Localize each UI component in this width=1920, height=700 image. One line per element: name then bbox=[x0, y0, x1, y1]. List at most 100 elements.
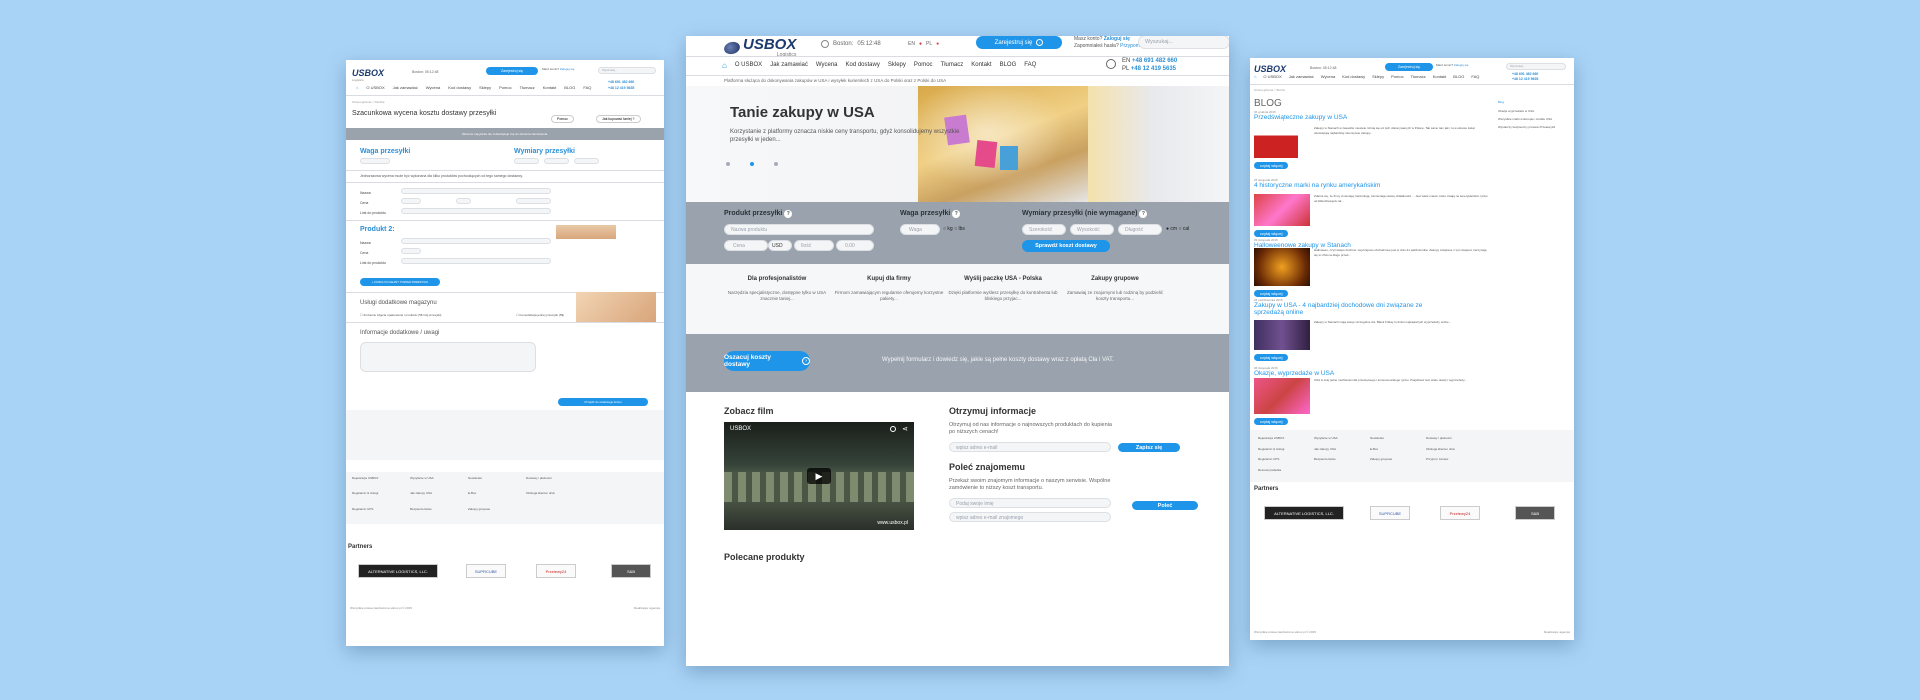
friend-email-input[interactable]: wpisz adres e-mail znajomego bbox=[949, 512, 1111, 522]
partner-logo[interactable]: ALTERNATIVE LOGISTICS, LLC. bbox=[1264, 506, 1344, 520]
service-1-checkbox[interactable]: ☐ Zrobienie zdjęcia opakowania / produkt… bbox=[360, 313, 441, 317]
read-more-button[interactable]: czytaj więcej bbox=[1254, 230, 1289, 237]
share-icon[interactable]: ⋖ bbox=[902, 425, 908, 433]
height-input[interactable]: Wysokość bbox=[1070, 224, 1114, 235]
nav-item[interactable]: Jak zamawiać bbox=[393, 85, 418, 90]
footer-link[interactable]: Regulamin & Usługi bbox=[352, 491, 402, 504]
service-2-checkbox[interactable]: ☐ Konsolidacja jednej przesyłki (5$) bbox=[516, 313, 564, 317]
post-title[interactable]: Okazje, wyprzedaże w USA bbox=[1254, 370, 1490, 377]
nav-item-faq[interactable]: FAQ bbox=[1024, 62, 1036, 68]
quantity-input[interactable]: Ilość bbox=[794, 240, 834, 251]
slider-dots[interactable] bbox=[726, 162, 778, 166]
home-icon[interactable]: ⌂ bbox=[356, 85, 358, 90]
play-button[interactable]: ▶ bbox=[807, 468, 831, 484]
register-button[interactable]: Zarejestruj się bbox=[486, 67, 538, 75]
footer-link[interactable]: E-Box bbox=[1370, 447, 1418, 456]
feature-card[interactable]: Zakupy grupowe Zamawiaj ze znajomymi lub… bbox=[1060, 276, 1170, 302]
language-switch[interactable]: EN ● PL ● bbox=[908, 41, 939, 47]
partner-logo[interactable]: ALTERNATIVE LOGISTICS, LLC. bbox=[358, 564, 438, 578]
help-icon[interactable]: ? bbox=[784, 210, 793, 218]
check-cost-button[interactable]: Sprawdź koszt dostawy bbox=[1022, 240, 1110, 252]
refer-button[interactable]: Poleć bbox=[1132, 501, 1198, 510]
nav-item[interactable]: BLOG bbox=[564, 85, 575, 90]
width-input[interactable]: Szerokość bbox=[1022, 224, 1066, 235]
partner-logo[interactable]: S&B bbox=[611, 564, 651, 578]
read-more-button[interactable]: czytaj więcej bbox=[1254, 418, 1289, 425]
nav-item-blog[interactable]: BLOG bbox=[1000, 62, 1017, 68]
sidebar-link[interactable]: Okazje wyprzedaże w USA bbox=[1498, 109, 1570, 114]
post-title[interactable]: Zakupy w USA - 4 najbardziej dochodowe d… bbox=[1254, 302, 1434, 316]
footer-link[interactable]: Bezpieczeństwo bbox=[1314, 457, 1362, 466]
nav-item[interactable]: Wycena bbox=[1321, 74, 1335, 79]
feature-card[interactable]: Dla profesjonalistów Narzędzia specjalis… bbox=[722, 276, 832, 302]
extra-textarea[interactable] bbox=[360, 342, 536, 372]
search-input[interactable]: Wyszukaj... bbox=[1138, 36, 1229, 49]
nav-item[interactable]: Sklepy bbox=[479, 85, 491, 90]
nav-item[interactable]: BLOG bbox=[1453, 74, 1464, 79]
home-icon[interactable]: ⌂ bbox=[722, 61, 727, 70]
nav-item-how[interactable]: Jak zamawiać bbox=[770, 62, 808, 68]
nav-item-help[interactable]: Pomoc bbox=[914, 62, 933, 68]
nav-item[interactable]: Tłumacz bbox=[520, 85, 535, 90]
footer-link[interactable]: Newsletter bbox=[468, 476, 518, 489]
footer-link[interactable]: Dostawy i płatności bbox=[1426, 436, 1474, 445]
help-icon[interactable]: ? bbox=[952, 210, 961, 218]
add-product-button[interactable]: + DODAJ KOLEJNY TOWAR PRZESYŁKI bbox=[360, 278, 440, 286]
footer-link[interactable]: Zakupy grupowe bbox=[1370, 457, 1418, 466]
footer-link[interactable]: Obsługa klienta i druk bbox=[1426, 447, 1474, 456]
nav-item-code[interactable]: Kod dostawy bbox=[846, 62, 880, 68]
partner-logo[interactable]: Przelewy24 bbox=[536, 564, 576, 578]
nav-item[interactable]: Pomoc bbox=[1391, 74, 1403, 79]
nav-item-shops[interactable]: Sklepy bbox=[888, 62, 906, 68]
footer-link[interactable]: Dostawy i płatności bbox=[526, 476, 576, 489]
footer-link[interactable]: Rejestracja USBOX bbox=[1258, 436, 1306, 445]
nav-item-quote[interactable]: Wycena bbox=[816, 62, 838, 68]
footer-link[interactable]: Rejestracja USBOX bbox=[352, 476, 402, 489]
usbox-logo[interactable]: USBOX bbox=[1254, 64, 1286, 74]
footer-link[interactable]: Regulamin UPS bbox=[1258, 457, 1306, 466]
nav-item[interactable]: O USBOX bbox=[366, 85, 384, 90]
how-to-buy-button[interactable]: Jak kupować taniej ? bbox=[596, 115, 641, 123]
footer-link[interactable]: Newsletter bbox=[1370, 436, 1418, 445]
footer-link[interactable]: E-Box bbox=[468, 491, 518, 504]
footer-link[interactable]: Wysyłanie w USA bbox=[410, 476, 460, 489]
login-prompt[interactable]: Masz konto? Zaloguj się bbox=[1436, 63, 1468, 67]
product-name-input[interactable]: Nazwa produktu bbox=[724, 224, 874, 235]
nav-item[interactable]: Pomoc bbox=[499, 85, 511, 90]
usbox-logo[interactable]: USBOX Logistics bbox=[722, 37, 796, 58]
footer-link[interactable]: Rezerwuj tabelka bbox=[1258, 468, 1306, 477]
read-more-button[interactable]: czytaj więcej bbox=[1254, 162, 1289, 169]
login-prompt[interactable]: Masz konto? Zaloguj się bbox=[542, 67, 582, 71]
length-input[interactable]: Długość bbox=[1118, 224, 1162, 235]
currency-select[interactable]: USD bbox=[768, 240, 792, 251]
nav-item[interactable]: Kod dostawy bbox=[1342, 74, 1365, 79]
register-button[interactable]: Zarejestruj się bbox=[1385, 63, 1433, 71]
footer-link[interactable]: Regulamin UPS bbox=[352, 507, 402, 520]
dims-units[interactable]: ● cm ○ cal bbox=[1166, 226, 1189, 232]
nav-item[interactable]: FAQ bbox=[1471, 74, 1479, 79]
sidebar-link[interactable]: Wystarczy bezpieczny przelew Przelewy24 bbox=[1498, 125, 1570, 130]
partner-logo[interactable]: SUPRCUBE bbox=[1370, 506, 1410, 520]
partner-logo[interactable]: S&B bbox=[1515, 506, 1555, 520]
nav-item[interactable]: Kontakt bbox=[1433, 74, 1447, 79]
subscribe-button[interactable]: Zapisz się bbox=[1118, 443, 1180, 452]
feature-card[interactable]: Wyślij paczkę USA - Polska Dzięki platfo… bbox=[948, 276, 1058, 302]
help-icon[interactable]: ? bbox=[1139, 210, 1148, 218]
help-button[interactable]: Pomoc bbox=[551, 115, 574, 123]
nav-item-about[interactable]: O USBOX bbox=[735, 62, 762, 68]
post-title[interactable]: Przedświąteczne zakupy w USA bbox=[1254, 114, 1490, 121]
partner-logo[interactable]: SUPRCUBE bbox=[466, 564, 506, 578]
register-button[interactable]: Zarejestruj się › bbox=[976, 36, 1062, 49]
footer-link[interactable]: Bezpieczeństwo bbox=[410, 507, 460, 520]
nav-item[interactable]: Sklepy bbox=[1372, 74, 1384, 79]
video-player[interactable]: USBOX ⋖ ▶ www.usbox.pl bbox=[724, 422, 914, 530]
read-more-button[interactable]: czytaj więcej bbox=[1254, 290, 1289, 297]
home-icon[interactable]: ⌂ bbox=[1254, 74, 1256, 79]
login-link[interactable]: Zaloguj się bbox=[1104, 36, 1130, 42]
search-input[interactable]: Wyszukaj... bbox=[598, 67, 656, 74]
nav-item[interactable]: Jak zamawiać bbox=[1289, 74, 1314, 79]
nav-item-contact[interactable]: Kontakt bbox=[971, 62, 991, 68]
footer-link[interactable]: Jak zakupy USA bbox=[1314, 447, 1362, 456]
footer-link[interactable]: Przyjmij i zamów bbox=[1426, 457, 1474, 466]
footer-link[interactable]: Jak zakupy USA bbox=[410, 491, 460, 504]
